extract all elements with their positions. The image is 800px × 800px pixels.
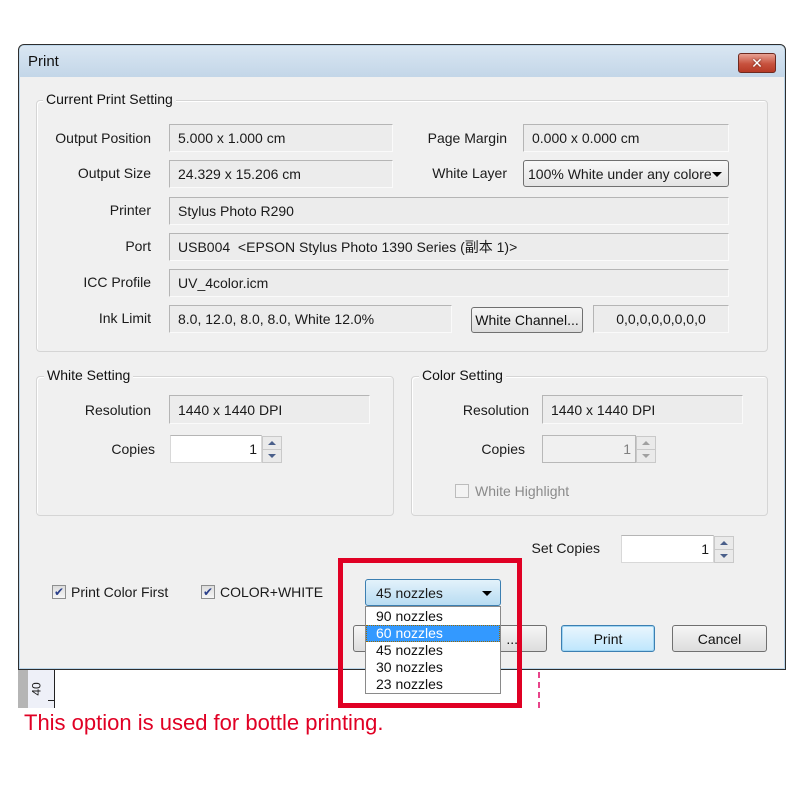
white-copies-spinner[interactable] <box>262 436 282 463</box>
ruler-tick <box>48 700 55 701</box>
white-setting-legend: White Setting <box>44 367 134 383</box>
set-copies-spinner[interactable] <box>714 536 734 563</box>
cancel-button[interactable]: Cancel <box>672 625 767 652</box>
arrow-down-icon <box>720 554 728 558</box>
port-label: Port <box>125 238 151 254</box>
spin-down-button[interactable] <box>263 449 281 462</box>
close-x-icon: ✕ <box>751 55 763 71</box>
white-channel-value-field: 0,0,0,0,0,0,0,0 <box>593 305 729 333</box>
white-highlight-checkbox <box>455 484 469 498</box>
print-button[interactable]: Print <box>561 625 655 652</box>
output-size-field: 24.329 x 15.206 cm <box>169 160 393 188</box>
spin-down-button[interactable] <box>715 549 733 562</box>
color-white-checkbox[interactable]: ✔ <box>201 585 215 599</box>
checkmark-icon: ✔ <box>53 585 65 599</box>
white-highlight-label: White Highlight <box>475 483 570 499</box>
annotation-text: This option is used for bottle printing. <box>24 710 384 735</box>
color-copies-spinner <box>636 436 656 463</box>
print-color-first-label: Print Color First <box>71 584 169 600</box>
white-layer-select[interactable]: 100% White under any colore <box>523 160 729 187</box>
spin-up-button[interactable] <box>263 437 281 449</box>
ruler-shade <box>18 670 28 708</box>
printer-label: Printer <box>109 202 151 218</box>
color-resolution-label: Resolution <box>462 402 529 418</box>
white-copies-input[interactable]: 1 <box>170 435 262 463</box>
icc-profile-field: UV_4color.icm <box>169 269 729 297</box>
output-position-label: Output Position <box>55 130 151 146</box>
arrow-down-icon <box>642 454 650 458</box>
title-bar: Print ✕ <box>20 46 784 77</box>
color-setting-legend: Color Setting <box>419 367 506 383</box>
highlight-box <box>338 558 522 708</box>
arrow-up-icon <box>642 441 650 445</box>
ink-limit-label: Ink Limit <box>98 310 151 326</box>
spin-up-button <box>637 437 655 449</box>
white-channel-button[interactable]: White Channel... <box>471 307 583 333</box>
current-print-setting-legend: Current Print Setting <box>43 91 176 107</box>
white-copies-label: Copies <box>111 441 155 457</box>
checkmark-icon: ✔ <box>202 585 214 599</box>
white-resolution-field: 1440 x 1440 DPI <box>169 395 370 424</box>
window-title: Print <box>28 53 59 70</box>
ruler: 40 <box>18 670 56 708</box>
icc-profile-label: ICC Profile <box>83 274 151 290</box>
page-margin-field: 0.000 x 0.000 cm <box>523 124 729 152</box>
close-button[interactable]: ✕ <box>738 53 776 73</box>
page-margin-label: Page Margin <box>427 130 507 146</box>
port-field: USB004 <EPSON Stylus Photo 1390 Series (… <box>169 233 729 261</box>
spin-up-button[interactable] <box>715 537 733 549</box>
print-color-first-checkbox[interactable]: ✔ <box>52 585 66 599</box>
color-copies-label: Copies <box>481 441 525 457</box>
set-copies-input[interactable]: 1 <box>621 535 714 563</box>
white-layer-label: White Layer <box>432 165 507 181</box>
guide-line <box>538 672 540 708</box>
color-resolution-field: 1440 x 1440 DPI <box>542 395 743 424</box>
white-resolution-label: Resolution <box>84 402 151 418</box>
chevron-down-icon <box>712 171 722 177</box>
ink-limit-field: 8.0, 12.0, 8.0, 8.0, White 12.0% <box>169 305 452 333</box>
color-white-label: COLOR+WHITE <box>220 584 324 600</box>
color-copies-input: 1 <box>542 435 636 463</box>
output-position-field: 5.000 x 1.000 cm <box>169 124 393 152</box>
set-copies-label: Set Copies <box>531 540 600 556</box>
spin-down-button <box>637 449 655 462</box>
arrow-down-icon <box>268 454 276 458</box>
arrow-up-icon <box>268 441 276 445</box>
printer-field: Stylus Photo R290 <box>169 197 729 225</box>
arrow-up-icon <box>720 541 728 545</box>
ruler-label: 40 <box>29 682 44 696</box>
output-size-label: Output Size <box>77 165 151 181</box>
